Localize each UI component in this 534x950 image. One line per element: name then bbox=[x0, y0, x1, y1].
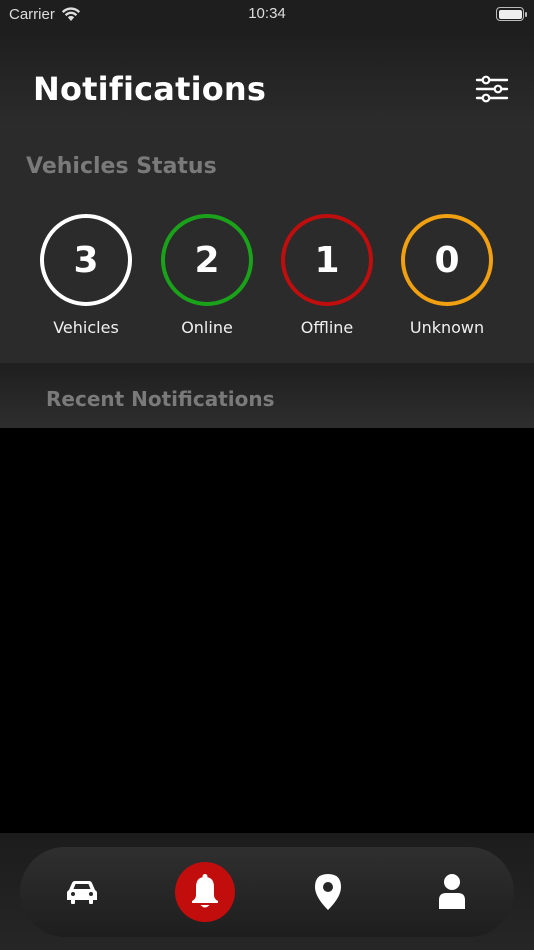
stat-unknown-circle: 0 bbox=[401, 214, 493, 306]
stat-online[interactable]: 2 Online bbox=[147, 214, 267, 337]
stat-vehicles-circle: 3 bbox=[40, 214, 132, 306]
user-icon bbox=[439, 874, 465, 909]
tab-bar bbox=[20, 847, 514, 937]
vehicles-status-title: Vehicles Status bbox=[26, 154, 217, 179]
bell-icon bbox=[192, 874, 218, 908]
tab-vehicles[interactable] bbox=[52, 862, 112, 922]
sliders-icon bbox=[475, 75, 509, 103]
stat-offline-label: Offline bbox=[300, 318, 354, 337]
map-pin-icon bbox=[315, 874, 341, 910]
tab-profile[interactable] bbox=[422, 862, 482, 922]
filter-button[interactable] bbox=[474, 74, 510, 104]
recent-notifications-title: Recent Notifications bbox=[46, 387, 275, 411]
vehicles-status-panel: Vehicles Status 3 Vehicles 2 Online 1 Of… bbox=[0, 128, 534, 363]
stat-vehicles[interactable]: 3 Vehicles bbox=[26, 214, 146, 337]
status-bar: Carrier 10:34 bbox=[0, 0, 534, 30]
recent-notifications-header: Recent Notifications bbox=[0, 363, 534, 428]
page-title: Notifications bbox=[33, 70, 267, 108]
stat-unknown-label: Unknown bbox=[409, 318, 485, 337]
status-time: 10:34 bbox=[248, 5, 286, 22]
notification-list[interactable] bbox=[0, 428, 534, 833]
tabbar-area bbox=[0, 833, 534, 950]
tab-map[interactable] bbox=[298, 862, 358, 922]
stat-unknown[interactable]: 0 Unknown bbox=[387, 214, 507, 337]
tab-notifications[interactable] bbox=[175, 862, 235, 922]
stat-offline[interactable]: 1 Offline bbox=[267, 214, 387, 337]
stat-online-circle: 2 bbox=[161, 214, 253, 306]
battery-icon bbox=[496, 7, 527, 21]
stat-offline-circle: 1 bbox=[281, 214, 373, 306]
stat-online-label: Online bbox=[181, 318, 233, 337]
stat-vehicles-label: Vehicles bbox=[53, 318, 119, 337]
car-icon bbox=[67, 881, 97, 904]
app-header: Notifications bbox=[0, 30, 534, 128]
